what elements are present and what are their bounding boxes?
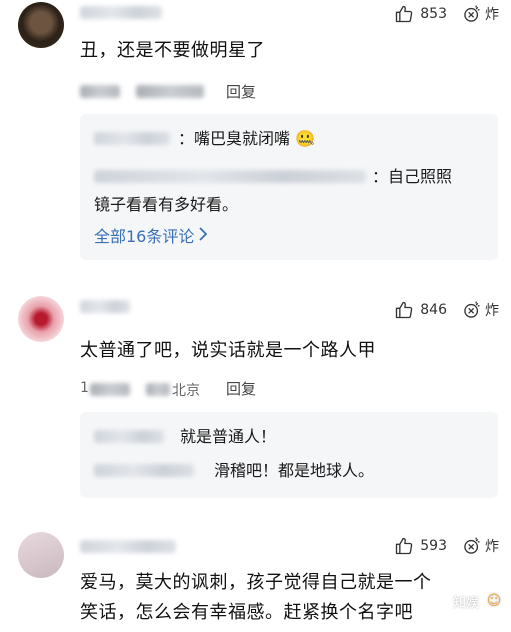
reply-author-blurred[interactable] xyxy=(94,170,366,183)
like-button[interactable]: 846 xyxy=(394,300,447,320)
reply-text-2: 滑稽吧！都是地球人。 xyxy=(214,461,375,480)
reply-text-continued: 镜子看看有多好看。 xyxy=(94,195,239,214)
comment-text-line-2: 笑话，怎么会有幸福感。赶紧换个名字吧 xyxy=(80,602,413,623)
thumbs-up-icon xyxy=(394,4,414,24)
reply-box: 就是普通人！ 滑稽吧！都是地球人。 xyxy=(80,412,498,498)
comment-2: 846 炸 太普通了吧，说实话就是一个路人甲 1 北京 回复 就是普通人！ 滑稽… xyxy=(0,290,511,510)
time-blurred xyxy=(80,85,120,98)
comment-3: 593 炸 爱马，莫大的讽刺，孩子觉得自己就是一个 笑话，怎么会有幸福感。赶紧换… xyxy=(0,522,511,632)
username-blurred[interactable] xyxy=(80,6,162,19)
avatar[interactable] xyxy=(18,2,64,48)
reply-author-blurred[interactable] xyxy=(94,430,164,443)
comment-text-line-1: 爱马，莫大的讽刺，孩子觉得自己就是一个 xyxy=(80,572,432,593)
location: 北京 xyxy=(172,380,200,400)
comment-meta: 1 xyxy=(80,380,89,396)
zipper-mouth-emoji-icon: 🤐 xyxy=(295,129,316,148)
reply-box: ：嘴巴臭就闭嘴 🤐 ：自己照照 镜子看看有多好看。 全部16条评论 xyxy=(80,114,498,260)
chevron-right-icon xyxy=(198,226,208,245)
like-button[interactable]: 593 xyxy=(394,536,447,556)
shatter-label: 炸 xyxy=(485,7,499,23)
username-blurred[interactable] xyxy=(80,300,130,313)
reply-button[interactable]: 回复 xyxy=(226,81,256,102)
avatar[interactable] xyxy=(18,532,64,578)
shatter-label: 炸 xyxy=(485,303,499,319)
avatar[interactable] xyxy=(18,296,64,342)
view-all-replies-link[interactable]: 全部16条评论 xyxy=(94,223,208,247)
view-all-label: 全部16条评论 xyxy=(94,227,195,246)
location-blurred xyxy=(136,85,204,98)
shatter-button[interactable]: 炸 xyxy=(462,536,499,556)
reply-text: ：嘴巴臭就闭嘴 🤐 xyxy=(178,129,316,148)
reply-text-1: 嘴巴臭就闭嘴 xyxy=(194,129,291,148)
like-count: 853 xyxy=(420,6,447,22)
like-count: 593 xyxy=(420,538,447,554)
watermark-label: 知娱 xyxy=(452,595,479,611)
time-blurred xyxy=(90,383,130,396)
like-button[interactable]: 853 xyxy=(394,4,447,24)
reply-text: ：自己照照 xyxy=(372,167,453,186)
reply-author-blurred[interactable] xyxy=(94,464,194,477)
location-prefix-blurred xyxy=(146,383,170,396)
reply-text-1: 就是普通人！ xyxy=(180,427,277,446)
comment-text: 丑，还是不要做明星了 xyxy=(80,40,265,61)
shatter-button[interactable]: 炸 xyxy=(462,4,499,24)
shatter-label: 炸 xyxy=(485,539,499,555)
thumbs-up-icon xyxy=(394,536,414,556)
thumbs-up-icon xyxy=(394,300,414,320)
bomb-icon xyxy=(462,300,482,320)
smile-face-icon: ☺ xyxy=(483,590,505,612)
like-count: 846 xyxy=(420,302,447,318)
bomb-icon xyxy=(462,536,482,556)
reply-text-2: 自己照照 xyxy=(388,167,453,186)
time-prefix: 1 xyxy=(80,380,89,396)
watermark: 知娱 ☺ xyxy=(453,590,505,612)
username-blurred[interactable] xyxy=(80,540,176,553)
comment-1: 853 炸 丑，还是不要做明星了 回复 ：嘴巴臭就闭嘴 🤐 ：自己照照 镜子看看… xyxy=(0,0,511,280)
reply-author-blurred[interactable] xyxy=(94,132,170,145)
location-text: 北京 xyxy=(172,383,200,399)
comment-text: 太普通了吧，说实话就是一个路人甲 xyxy=(80,340,376,361)
reply-button[interactable]: 回复 xyxy=(226,378,256,399)
shatter-button[interactable]: 炸 xyxy=(462,300,499,320)
bomb-icon xyxy=(462,4,482,24)
